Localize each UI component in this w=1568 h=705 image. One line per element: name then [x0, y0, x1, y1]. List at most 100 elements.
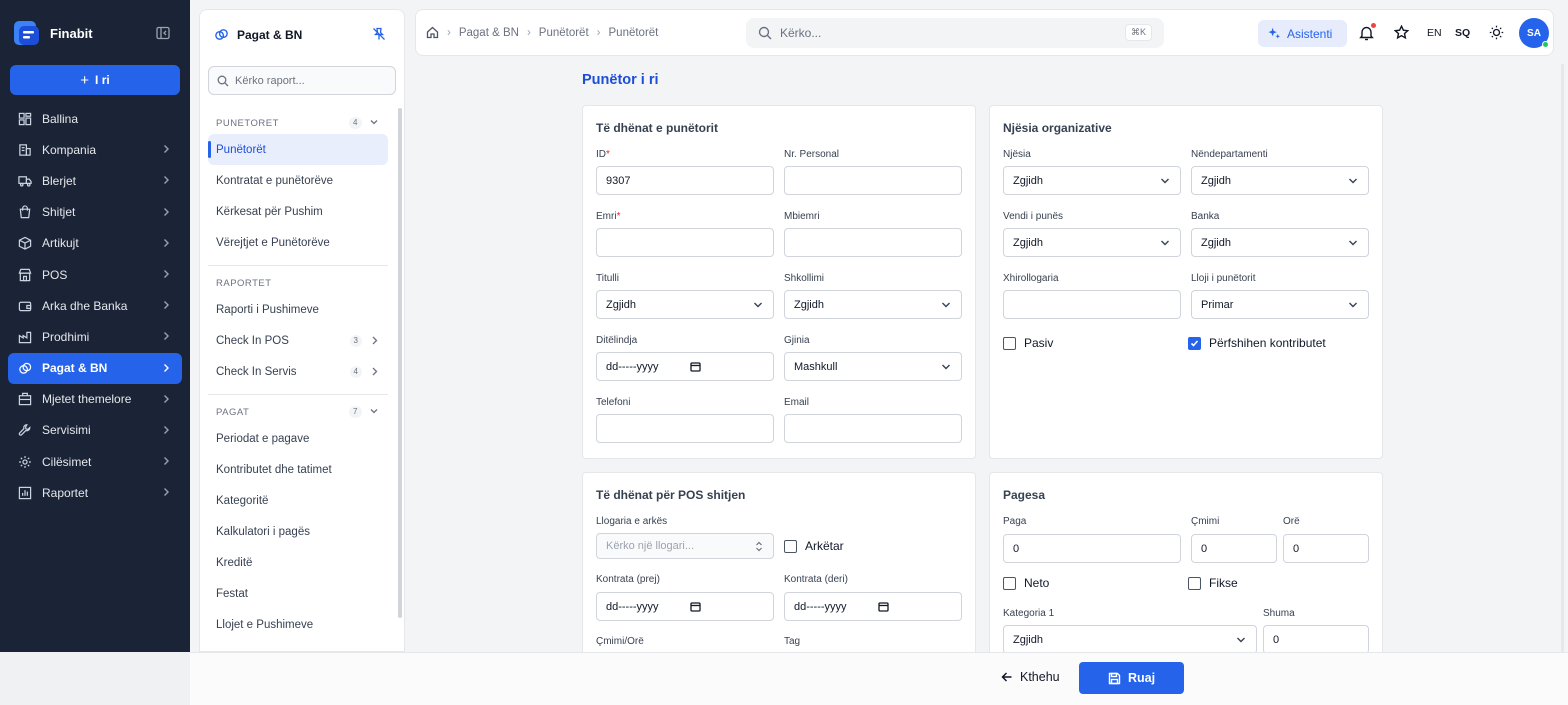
contributions-checkbox[interactable]: Përfshihen kontributet [1188, 336, 1326, 350]
workplace-select[interactable]: Zgjidh [1003, 228, 1181, 257]
last-name-field[interactable] [784, 228, 962, 257]
subnav-item[interactable]: Kategoritë [208, 485, 388, 516]
lang-sq-button[interactable]: SQ [1455, 27, 1470, 39]
box-icon [18, 237, 32, 251]
subnav-item[interactable]: Llojet e Pushimeve [208, 609, 388, 640]
cashier-checkbox[interactable]: Arkëtar [784, 539, 844, 553]
sidebar-item-cilësimet[interactable]: Cilësimet [8, 446, 182, 477]
subnav-item[interactable]: Punëtorët [208, 134, 388, 165]
subdept-select[interactable]: Zgjidh [1191, 166, 1369, 195]
sidebar-item-label: Servisimi [42, 423, 91, 438]
unpin-icon[interactable] [372, 27, 386, 41]
new-button[interactable]: + I ri [10, 65, 180, 95]
title-label: Titulli [596, 273, 619, 284]
category-select[interactable]: Zgjidh [1003, 625, 1257, 654]
personal-number-field[interactable] [784, 166, 962, 195]
sidebar-item-servisimi[interactable]: Servisimi [8, 415, 182, 446]
sidebar-item-kompania[interactable]: Kompania [8, 134, 182, 165]
app-logo[interactable]: Finabit [12, 18, 93, 48]
net-checkbox[interactable]: Neto [1003, 576, 1049, 590]
sidebar-item-artikujt[interactable]: Artikujt [8, 228, 182, 259]
email-field[interactable] [784, 414, 962, 443]
unit-select[interactable]: Zgjidh [1003, 166, 1181, 195]
org-unit-title: Njësia organizative [1003, 121, 1112, 135]
calendar-icon[interactable] [690, 361, 701, 372]
footer-sidebar-overlay [0, 652, 190, 705]
breadcrumb-item[interactable]: Pagat & BN [459, 27, 519, 39]
wrench-icon [18, 424, 31, 437]
chevron-right-icon [372, 336, 378, 345]
sidebar-item-prodhimi[interactable]: Prodhimi [8, 321, 182, 352]
home-icon[interactable] [426, 26, 439, 39]
fixed-checkbox[interactable]: Fikse [1188, 576, 1238, 590]
sidebar-collapse-icon[interactable] [156, 26, 170, 40]
employee-type-select[interactable]: Primar [1191, 290, 1369, 319]
subnav-scrollbar[interactable] [398, 108, 402, 618]
sidebar-item-raportet[interactable]: Raportet [8, 477, 182, 508]
subnav-item[interactable]: Kontratat e punëtorëve [208, 165, 388, 196]
employee-type-label: Lloji i punëtorit [1191, 273, 1256, 284]
subnav-item[interactable]: Kreditë [208, 547, 388, 578]
sidebar-item-arka-dhe-banka[interactable]: Arka dhe Banka [8, 290, 182, 321]
passive-checkbox[interactable]: Pasiv [1003, 336, 1053, 350]
gender-select[interactable]: Mashkull [784, 352, 962, 381]
sidebar-item-mjetet-themelore[interactable]: Mjetet themelore [8, 384, 182, 415]
education-select[interactable]: Zgjidh [784, 290, 962, 319]
subnav-section-header[interactable]: PUNETORET 4 [208, 112, 388, 134]
net-label: Neto [1024, 576, 1050, 590]
lang-en-button[interactable]: EN [1427, 27, 1442, 39]
calendar-icon[interactable] [690, 601, 701, 612]
contract-from-field[interactable]: dd-----yyyy [596, 592, 774, 621]
amount-field[interactable]: 0 [1263, 625, 1369, 654]
hours-field[interactable]: 0 [1283, 534, 1369, 563]
sidebar-item-ballina[interactable]: Ballina [8, 103, 182, 134]
contract-to-field[interactable]: dd-----yyyy [784, 592, 962, 621]
subnav-item[interactable]: Raporti i Pushimeve [208, 294, 388, 325]
subnav-item[interactable]: Periodat e pagave [208, 423, 388, 454]
subnav-item[interactable]: Kontributet dhe tatimet [208, 454, 388, 485]
star-icon[interactable] [1394, 25, 1409, 40]
subnav-item-label: Check In POS [216, 334, 289, 347]
sidebar-item-pagat-bn[interactable]: Pagat & BN [8, 352, 182, 384]
store-icon [18, 268, 32, 281]
bank-select[interactable]: Zgjidh [1191, 228, 1369, 257]
sidebar-item-label: Mjetet themelore [42, 392, 132, 407]
subnav-item[interactable]: Kalkulatori i pagës [208, 516, 388, 547]
salary-field[interactable]: 0 [1003, 534, 1181, 563]
subnav-item[interactable]: Check In Servis 4 [208, 356, 388, 387]
account-field[interactable] [1003, 290, 1181, 319]
subnav-section-header[interactable]: PAGAT 7 [208, 401, 388, 423]
cash-account-combobox[interactable]: Kërko një llogari... [596, 533, 774, 559]
global-search-input[interactable]: Kërko... ⌘K [746, 18, 1164, 48]
sidebar-item-shitjet[interactable]: Shitjet [8, 197, 182, 228]
sidebar-item-pos[interactable]: POS [8, 259, 182, 290]
sidebar-item-blerjet[interactable]: Blerjet [8, 165, 182, 196]
assistant-button[interactable]: Asistenti [1258, 20, 1347, 47]
subnav-item[interactable]: Kërkesat për Pushim [208, 196, 388, 227]
required-asterisk: * [606, 149, 610, 160]
subnav-item[interactable]: Festat [208, 578, 388, 609]
subnav-item-label: Punëtorët [216, 143, 266, 156]
page-scrollbar[interactable] [1561, 64, 1564, 652]
breadcrumb-item[interactable]: Punëtorët [539, 27, 589, 39]
back-button[interactable]: Kthehu [1001, 670, 1060, 684]
subnav-item[interactable]: Check In POS 3 [208, 325, 388, 356]
subnav-search-input[interactable]: Kërko raport... [208, 66, 396, 95]
title-select[interactable]: Zgjidh [596, 290, 774, 319]
calendar-icon[interactable] [878, 601, 889, 612]
sun-icon[interactable] [1489, 25, 1504, 40]
employee-data-card: Të dhënat e punëtorit ID* 9307 Nr. Perso… [582, 105, 976, 459]
subdept-select-value: Zgjidh [1201, 174, 1231, 187]
price-field[interactable]: 0 [1191, 534, 1277, 563]
breadcrumb-separator: › [526, 26, 531, 39]
first-name-field[interactable] [596, 228, 774, 257]
amount-label: Shuma [1263, 608, 1295, 619]
page-title: Punëtor i ri [582, 72, 659, 88]
save-button[interactable]: Ruaj [1079, 662, 1184, 694]
assets-icon [18, 393, 32, 406]
subnav-item[interactable]: Vërejtjet e Punëtorëve [208, 227, 388, 258]
birthdate-field[interactable]: dd-----yyyy [596, 352, 774, 381]
id-field[interactable]: 9307 [596, 166, 774, 195]
chevron-down-icon [1349, 178, 1357, 184]
phone-field[interactable] [596, 414, 774, 443]
